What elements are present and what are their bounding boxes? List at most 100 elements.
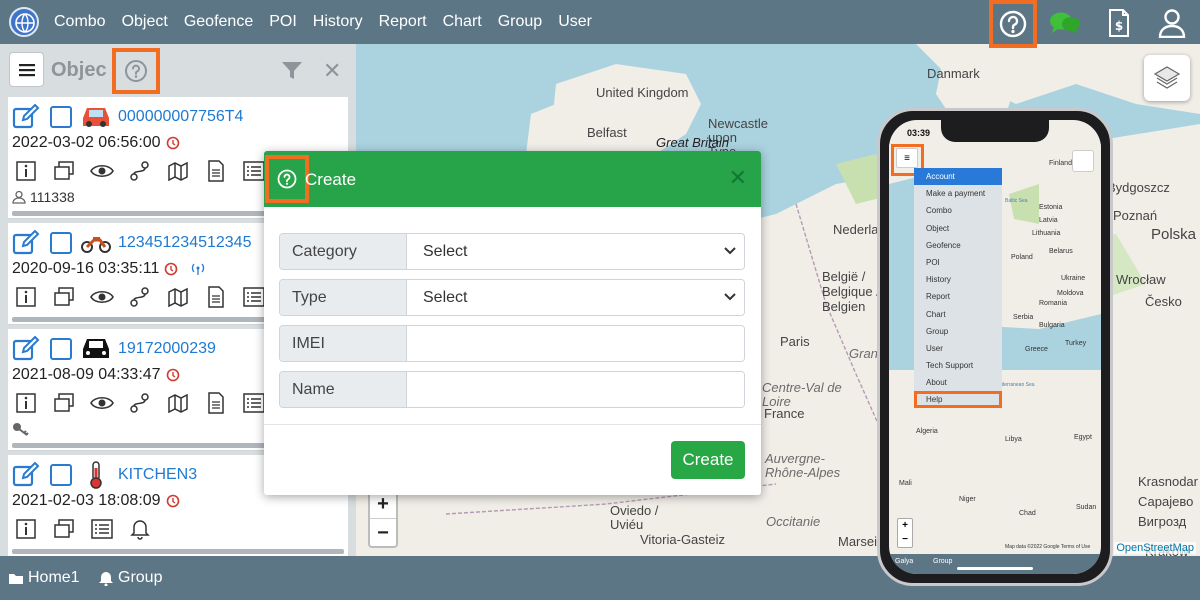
edit-icon[interactable] — [12, 336, 40, 362]
phone-menu-group[interactable]: Group — [914, 323, 1002, 340]
document-icon[interactable] — [202, 285, 230, 309]
category-select[interactable]: Select — [407, 234, 744, 269]
group-tab[interactable]: Group — [98, 569, 162, 587]
top-nav: Combo Object Geofence POI History Report… — [0, 0, 1200, 48]
name-row: Name — [279, 371, 745, 408]
chevron-down-icon — [724, 247, 736, 255]
object-name[interactable]: 123451234512345 — [118, 234, 251, 252]
phone-menu-tech-support[interactable]: Tech Support — [914, 357, 1002, 374]
map-label-auvergne: Auvergne-Rhône-Alpes — [765, 451, 841, 480]
phone-menu-report[interactable]: Report — [914, 288, 1002, 305]
select-checkbox[interactable] — [50, 464, 72, 486]
imei-row: IMEI — [279, 325, 745, 362]
nav-poi[interactable]: POI — [269, 13, 297, 31]
phone-menu-poi[interactable]: POI — [914, 254, 1002, 271]
select-checkbox[interactable] — [50, 338, 72, 360]
info-icon[interactable] — [12, 159, 40, 183]
dialog-close-icon[interactable]: ✕ — [729, 165, 747, 191]
billing-icon[interactable]: $ — [1102, 6, 1136, 40]
info-icon[interactable] — [12, 285, 40, 309]
object-name[interactable]: KITCHEN3 — [118, 466, 197, 484]
chat-icon[interactable] — [1048, 6, 1082, 40]
bell-icon[interactable] — [126, 517, 154, 541]
key-icon — [13, 423, 29, 436]
object-name[interactable]: 19172000239 — [118, 340, 216, 358]
edit-icon[interactable] — [12, 462, 40, 488]
route-icon[interactable] — [126, 159, 154, 183]
phone-menu-help[interactable]: Help — [914, 391, 1002, 409]
help-icon[interactable] — [989, 0, 1037, 48]
zoom-out-button[interactable]: − — [370, 518, 396, 546]
copy-icon[interactable] — [50, 285, 78, 309]
eye-icon[interactable] — [88, 391, 116, 415]
layers-icon — [1153, 66, 1181, 89]
edit-icon[interactable] — [12, 104, 40, 130]
phone-zoom-out[interactable]: − — [898, 533, 912, 547]
map-icon[interactable] — [164, 159, 192, 183]
panel-help-icon[interactable] — [112, 48, 160, 94]
type-select[interactable]: Select — [407, 280, 744, 315]
phone-layers-icon[interactable] — [1072, 150, 1094, 172]
list-icon[interactable] — [88, 517, 116, 541]
nav-combo[interactable]: Combo — [54, 13, 106, 31]
name-field-wrap — [407, 372, 744, 407]
phone-menu-payment[interactable]: Make a payment — [914, 185, 1002, 202]
phone-bottom-home[interactable]: Galya — [895, 558, 913, 565]
copy-icon[interactable] — [50, 517, 78, 541]
nav-object[interactable]: Object — [122, 13, 168, 31]
nav-chart[interactable]: Chart — [443, 13, 482, 31]
phone-label-algeria: Algeria — [916, 428, 938, 435]
info-icon[interactable] — [12, 517, 40, 541]
route-icon[interactable] — [126, 391, 154, 415]
app-logo[interactable] — [9, 7, 39, 37]
create-button[interactable]: Create — [671, 441, 745, 479]
nav-user[interactable]: User — [558, 13, 592, 31]
create-dialog: Create ✕ Category Select Type Select IME… — [264, 151, 761, 495]
nav-history[interactable]: History — [313, 13, 363, 31]
route-icon[interactable] — [126, 285, 154, 309]
user-profile-icon[interactable] — [1155, 6, 1189, 40]
copy-icon[interactable] — [50, 391, 78, 415]
copy-icon[interactable] — [50, 159, 78, 183]
nav-geofence[interactable]: Geofence — [184, 13, 253, 31]
map-layers-button[interactable] — [1144, 55, 1190, 101]
select-checkbox[interactable] — [50, 106, 72, 128]
nav-group[interactable]: Group — [498, 13, 542, 31]
map-label-great-britain: Great Britain — [656, 135, 729, 150]
dialog-help-icon[interactable] — [265, 155, 309, 203]
eye-icon[interactable] — [88, 159, 116, 183]
phone-zoom-in[interactable]: + — [898, 519, 912, 533]
hamburger-menu-button[interactable] — [9, 52, 44, 87]
phone-bottom-bar: Galya Group — [889, 554, 1101, 574]
map-icon[interactable] — [164, 391, 192, 415]
hamburger-icon — [18, 63, 35, 76]
phone-screen: 03:39 Finland Estonia Latvia Lithuania B… — [889, 120, 1101, 574]
phone-menu-combo[interactable]: Combo — [914, 202, 1002, 219]
document-icon[interactable] — [202, 391, 230, 415]
object-name[interactable]: 000000007756T4 — [118, 108, 243, 126]
phone-menu-history[interactable]: History — [914, 271, 1002, 288]
select-checkbox[interactable] — [50, 232, 72, 254]
phone-menu-chart[interactable]: Chart — [914, 306, 1002, 323]
map-attribution[interactable]: OpenStreetMap — [1114, 542, 1196, 554]
phone-menu-object[interactable]: Object — [914, 220, 1002, 237]
phone-label-serbia: Serbia — [1013, 314, 1034, 321]
document-icon[interactable] — [202, 159, 230, 183]
phone-bottom-group[interactable]: Group — [933, 558, 952, 565]
home-group-tab[interactable]: Home1 — [8, 569, 80, 587]
imei-field[interactable] — [423, 326, 744, 361]
clock-icon — [166, 136, 179, 150]
eye-icon[interactable] — [88, 285, 116, 309]
phone-menu-account[interactable]: Account — [914, 168, 1002, 186]
phone-menu-geofence[interactable]: Geofence — [914, 237, 1002, 254]
info-icon[interactable] — [12, 391, 40, 415]
phone-menu-about[interactable]: About — [914, 374, 1002, 391]
phone-menu-user[interactable]: User — [914, 340, 1002, 357]
edit-icon[interactable] — [12, 230, 40, 256]
map-label-france: France — [764, 406, 805, 421]
panel-close-icon[interactable]: ✕ — [323, 58, 341, 84]
nav-report[interactable]: Report — [379, 13, 427, 31]
map-icon[interactable] — [164, 285, 192, 309]
filter-icon[interactable] — [281, 61, 303, 81]
name-field[interactable] — [423, 372, 744, 407]
